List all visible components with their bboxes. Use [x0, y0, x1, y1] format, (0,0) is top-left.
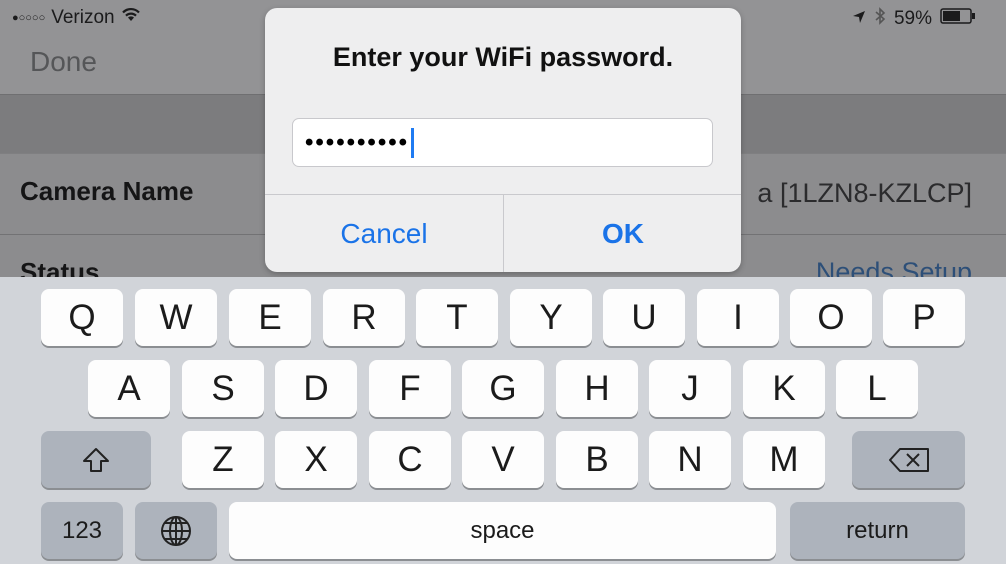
- bluetooth-icon: [874, 7, 886, 31]
- key-t[interactable]: T: [416, 289, 498, 346]
- key-s[interactable]: S: [182, 360, 264, 417]
- signal-strength-icon: ●○○○○: [12, 12, 46, 24]
- location-arrow-icon: [852, 8, 866, 30]
- globe-icon: [159, 514, 193, 548]
- status-bar-right: 59%: [852, 7, 976, 31]
- shift-icon: [81, 446, 111, 474]
- key-c[interactable]: C: [369, 431, 451, 488]
- key-o[interactable]: O: [790, 289, 872, 346]
- key-z[interactable]: Z: [182, 431, 264, 488]
- key-e[interactable]: E: [229, 289, 311, 346]
- globe-key[interactable]: [135, 502, 217, 559]
- key-h[interactable]: H: [556, 360, 638, 417]
- carrier-name: Verizon: [51, 7, 115, 28]
- key-f[interactable]: F: [369, 360, 451, 417]
- key-w[interactable]: W: [135, 289, 217, 346]
- key-j[interactable]: J: [649, 360, 731, 417]
- key-n[interactable]: N: [649, 431, 731, 488]
- password-mask: ••••••••••: [305, 128, 410, 156]
- text-cursor: [411, 127, 415, 158]
- done-button[interactable]: Done: [30, 46, 97, 78]
- backspace-icon: [887, 446, 931, 474]
- key-a[interactable]: A: [88, 360, 170, 417]
- keyboard: Q W E R T Y U I O P A S D F G H J K L Z …: [0, 277, 1006, 564]
- key-i[interactable]: I: [697, 289, 779, 346]
- ok-button[interactable]: OK: [504, 195, 741, 272]
- cancel-button[interactable]: Cancel: [265, 195, 503, 272]
- status-bar-left: ●○○○○ Verizon: [12, 7, 141, 29]
- key-v[interactable]: V: [462, 431, 544, 488]
- key-b[interactable]: B: [556, 431, 638, 488]
- key-d[interactable]: D: [275, 360, 357, 417]
- delete-key[interactable]: [852, 431, 965, 488]
- battery-icon: [940, 8, 976, 30]
- key-p[interactable]: P: [883, 289, 965, 346]
- wifi-password-alert: Enter your WiFi password. •••••••••• Can…: [265, 8, 741, 272]
- camera-name-value: a [1LZN8-KZLCP]: [757, 178, 972, 208]
- key-g[interactable]: G: [462, 360, 544, 417]
- space-key[interactable]: space: [229, 502, 776, 559]
- alert-title: Enter your WiFi password.: [332, 42, 674, 72]
- key-m[interactable]: M: [743, 431, 825, 488]
- password-field[interactable]: ••••••••••: [292, 118, 713, 167]
- shift-key[interactable]: [41, 431, 151, 488]
- key-y[interactable]: Y: [510, 289, 592, 346]
- camera-name-label: Camera Name: [20, 176, 194, 206]
- key-x[interactable]: X: [275, 431, 357, 488]
- key-u[interactable]: U: [603, 289, 685, 346]
- key-l[interactable]: L: [836, 360, 918, 417]
- key-k[interactable]: K: [743, 360, 825, 417]
- return-key[interactable]: return: [790, 502, 965, 559]
- battery-percent: 59%: [893, 8, 932, 29]
- numbers-key[interactable]: 123: [41, 502, 123, 559]
- key-q[interactable]: Q: [41, 289, 123, 346]
- key-r[interactable]: R: [323, 289, 405, 346]
- wifi-icon: [121, 7, 141, 29]
